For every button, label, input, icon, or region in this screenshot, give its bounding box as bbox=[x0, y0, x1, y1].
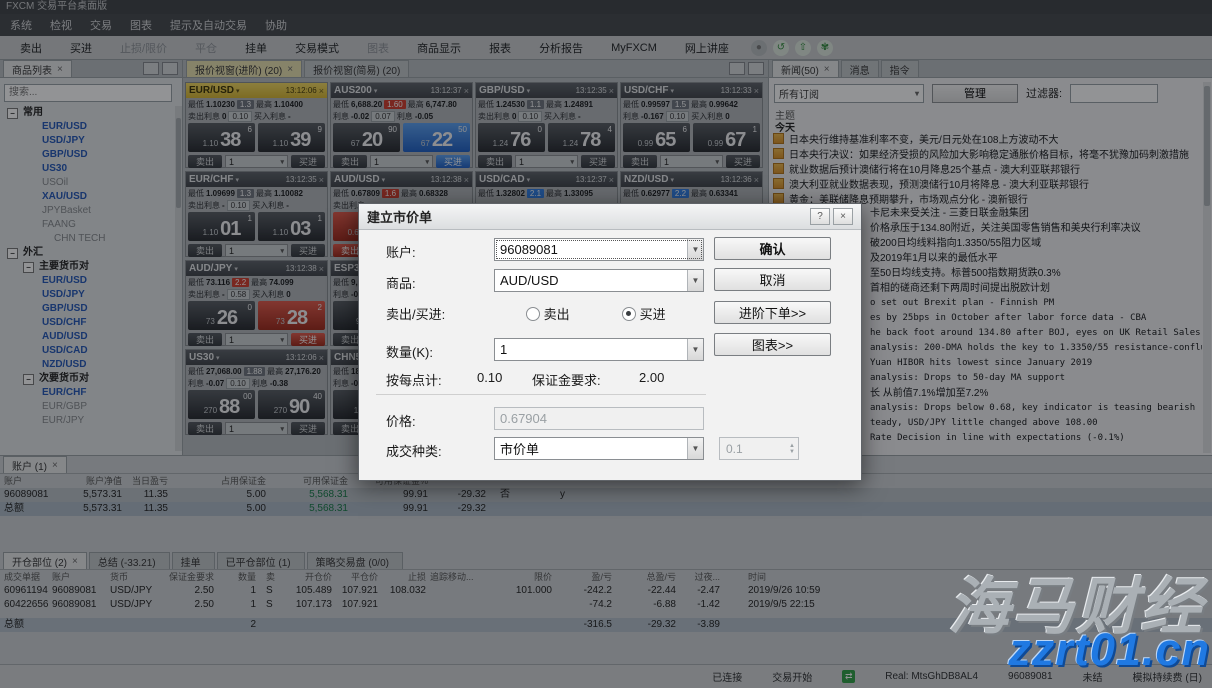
radio-checked-icon[interactable] bbox=[622, 307, 636, 321]
chevron-down-icon[interactable]: ▼ bbox=[687, 239, 703, 260]
account-label: 账户: bbox=[386, 242, 416, 261]
per-pip-label: 按每点计: bbox=[386, 370, 442, 389]
symbol-select[interactable]: AUD/USD ▼ bbox=[494, 269, 704, 292]
close-icon[interactable]: × bbox=[833, 208, 853, 225]
side-label: 卖出/买进: bbox=[386, 304, 445, 323]
account-select[interactable]: 96089081 ▼ bbox=[494, 238, 704, 261]
order-type-select[interactable]: 市价单 ▼ bbox=[494, 437, 704, 460]
spinner-down-icon: ▼ bbox=[789, 449, 795, 455]
margin-value: 2.00 bbox=[639, 370, 664, 385]
chart-button[interactable]: 图表>> bbox=[714, 333, 831, 356]
radio-icon[interactable] bbox=[526, 307, 540, 321]
watermark-url: zzrt01.cn bbox=[1008, 624, 1210, 676]
sell-radio[interactable]: 卖出 bbox=[526, 304, 570, 323]
chevron-down-icon[interactable]: ▼ bbox=[687, 270, 703, 291]
amount-select[interactable]: 1 ▼ bbox=[494, 338, 704, 361]
symbol-label: 商品: bbox=[386, 273, 416, 292]
margin-label: 保证金要求: bbox=[532, 370, 601, 389]
price-label: 价格: bbox=[386, 411, 416, 430]
per-pip-value: 0.10 bbox=[477, 370, 502, 385]
advanced-order-button[interactable]: 进阶下单>> bbox=[714, 301, 831, 324]
order-type-label: 成交种类: bbox=[386, 441, 442, 460]
chevron-down-icon[interactable]: ▼ bbox=[687, 339, 703, 360]
trading-platform-window: FXCM 交易平台桌面版 系统检视交易图表提示及自动交易协助 卖出买进止损/限价… bbox=[0, 0, 1212, 688]
range-spinner: 0.1 ▲▼ bbox=[719, 437, 799, 460]
price-input: 0.67904 bbox=[494, 407, 704, 430]
create-market-order-dialog: 建立市价单 ? × 账户: 96089081 ▼ 确认 商品: AUD/USD … bbox=[358, 203, 862, 481]
confirm-button[interactable]: 确认 bbox=[714, 237, 831, 260]
help-icon[interactable]: ? bbox=[810, 208, 830, 225]
chevron-down-icon[interactable]: ▼ bbox=[687, 438, 703, 459]
dialog-title: 建立市价单 bbox=[367, 207, 432, 226]
amount-label: 数量(K): bbox=[386, 342, 433, 361]
divider bbox=[376, 394, 706, 395]
dialog-titlebar: 建立市价单 ? × bbox=[359, 204, 861, 230]
cancel-button[interactable]: 取消 bbox=[714, 268, 831, 291]
buy-radio[interactable]: 买进 bbox=[622, 304, 666, 323]
